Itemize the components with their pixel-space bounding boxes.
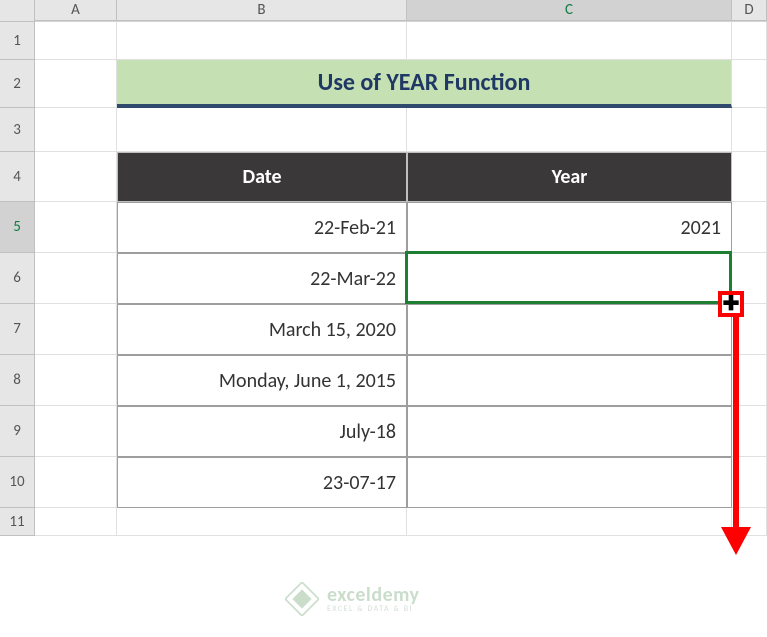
cell-A2[interactable]	[35, 60, 117, 108]
table-header-date[interactable]: Date	[117, 152, 407, 202]
cell-A10[interactable]	[35, 457, 117, 508]
row-11: 11	[0, 508, 767, 536]
cell-D1[interactable]	[732, 22, 767, 60]
row-7: 7 March 15, 2020	[0, 304, 767, 355]
cell-A5[interactable]	[35, 202, 117, 253]
column-headers-row: A B C D	[0, 0, 767, 22]
cell-B6[interactable]: 22-Mar-22	[117, 253, 407, 304]
cell-C11[interactable]	[407, 508, 732, 536]
row-header-6[interactable]: 6	[0, 253, 35, 304]
cell-B11[interactable]	[117, 508, 407, 536]
row-8: 8 Monday, June 1, 2015	[0, 355, 767, 406]
row-header-2[interactable]: 2	[0, 60, 35, 108]
row-header-3[interactable]: 3	[0, 108, 35, 152]
cell-A9[interactable]	[35, 406, 117, 457]
table-header-year[interactable]: Year	[407, 152, 732, 202]
plus-icon: ✚	[723, 294, 740, 314]
drag-arrow-head-icon	[721, 527, 751, 555]
cell-B5[interactable]: 22-Feb-21	[117, 202, 407, 253]
cell-B1[interactable]	[117, 22, 407, 60]
select-all-corner[interactable]	[0, 0, 35, 22]
row-header-5[interactable]: 5	[0, 202, 35, 253]
cell-C7[interactable]	[407, 304, 732, 355]
cell-A8[interactable]	[35, 355, 117, 406]
cell-A3[interactable]	[35, 108, 117, 152]
col-header-B[interactable]: B	[117, 0, 407, 21]
col-header-C[interactable]: C	[407, 0, 732, 21]
cell-C6[interactable]	[407, 253, 732, 304]
cell-C3[interactable]	[407, 108, 732, 152]
cell-B10[interactable]: 23-07-17	[117, 457, 407, 508]
row-9: 9 July-18	[0, 406, 767, 457]
cell-A11[interactable]	[35, 508, 117, 536]
cell-A1[interactable]	[35, 22, 117, 60]
row-1: 1	[0, 22, 767, 60]
col-header-A[interactable]: A	[35, 0, 117, 21]
row-3: 3	[0, 108, 767, 152]
cell-A6[interactable]	[35, 253, 117, 304]
cell-C5[interactable]: 2021	[407, 202, 732, 253]
cell-B9[interactable]: July-18	[117, 406, 407, 457]
row-header-4[interactable]: 4	[0, 152, 35, 202]
cell-B7[interactable]: March 15, 2020	[117, 304, 407, 355]
watermark-icon	[285, 582, 319, 616]
cell-A4[interactable]	[35, 152, 117, 202]
row-2: 2 Use of YEAR Function	[0, 60, 767, 108]
cell-C1[interactable]	[407, 22, 732, 60]
row-5: 5 22-Feb-21 2021	[0, 202, 767, 253]
row-header-11[interactable]: 11	[0, 508, 35, 536]
cell-D5[interactable]	[732, 202, 767, 253]
cell-D3[interactable]	[732, 108, 767, 152]
spreadsheet: A B C D 1 2 Use of YEAR Function 3 4 Dat…	[0, 0, 767, 637]
fill-handle[interactable]: ✚	[718, 291, 744, 317]
cell-B8[interactable]: Monday, June 1, 2015	[117, 355, 407, 406]
watermark-text: exceldemy EXCEL & DATA & BI	[327, 585, 420, 613]
row-header-8[interactable]: 8	[0, 355, 35, 406]
row-header-10[interactable]: 10	[0, 457, 35, 508]
drag-arrow-line	[733, 317, 739, 531]
row-header-1[interactable]: 1	[0, 22, 35, 60]
col-header-D[interactable]: D	[732, 0, 767, 21]
cell-C8[interactable]	[407, 355, 732, 406]
watermark: exceldemy EXCEL & DATA & BI	[285, 582, 420, 616]
title-banner[interactable]: Use of YEAR Function	[117, 60, 732, 108]
watermark-brand: exceldemy	[327, 585, 420, 605]
row-header-7[interactable]: 7	[0, 304, 35, 355]
cell-A7[interactable]	[35, 304, 117, 355]
row-10: 10 23-07-17	[0, 457, 767, 508]
row-header-9[interactable]: 9	[0, 406, 35, 457]
cell-D4[interactable]	[732, 152, 767, 202]
watermark-tag: EXCEL & DATA & BI	[327, 605, 420, 613]
cell-B3[interactable]	[117, 108, 407, 152]
row-6: 6 22-Mar-22	[0, 253, 767, 304]
cell-C10[interactable]	[407, 457, 732, 508]
cell-D2[interactable]	[732, 60, 767, 108]
cell-C9[interactable]	[407, 406, 732, 457]
row-4: 4 Date Year	[0, 152, 767, 202]
